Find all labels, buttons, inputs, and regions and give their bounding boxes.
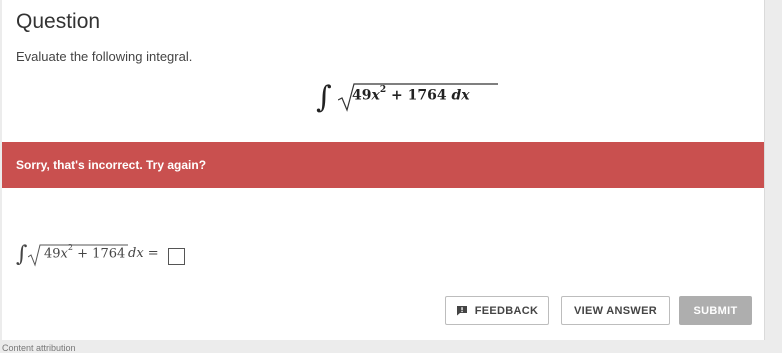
answer-differential: dx = xyxy=(128,246,159,261)
question-title: Question xyxy=(16,10,101,33)
answer-radicand: 49x2 + 1764 xyxy=(44,243,126,262)
banner-message: Sorry, that's incorrect. Try again? xyxy=(16,158,207,172)
view-answer-button[interactable]: VIEW ANSWER xyxy=(561,296,670,325)
question-prompt: Evaluate the following integral. xyxy=(16,49,193,64)
submit-button[interactable]: SUBMIT xyxy=(679,296,752,325)
submit-button-label: SUBMIT xyxy=(693,304,738,317)
feedback-icon xyxy=(456,306,467,316)
integral-radicand: 49x2 + 1764 dx xyxy=(352,85,470,104)
feedback-button[interactable]: FEEDBACK xyxy=(445,296,549,325)
answer-integral-sign: ∫ xyxy=(16,242,28,267)
view-answer-button-label: VIEW ANSWER xyxy=(574,304,657,317)
content-attribution-link[interactable]: Content attribution xyxy=(2,343,76,353)
question-card: Question Evaluate the following integral… xyxy=(2,0,765,340)
integral-sign: ∫ xyxy=(316,80,332,115)
answer-input[interactable] xyxy=(168,248,185,265)
feedback-button-label: FEEDBACK xyxy=(474,304,539,317)
incorrect-feedback-banner: Sorry, that's incorrect. Try again? xyxy=(2,142,764,188)
